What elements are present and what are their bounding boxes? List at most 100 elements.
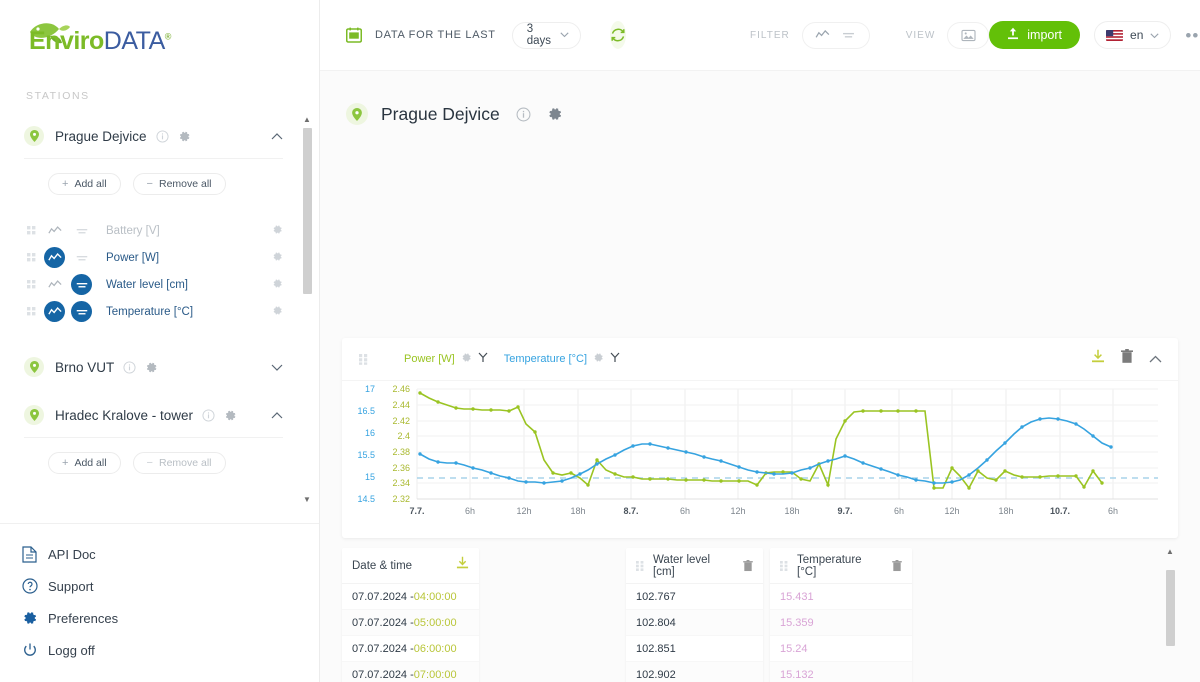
sidebar-scrollbar[interactable]: ▲ ▼ [301,116,313,504]
import-button[interactable]: import [989,21,1081,49]
station-header[interactable]: Brno VUT [24,347,297,387]
table-row[interactable]: 102.804 [626,610,763,636]
table-row[interactable]: 07.07.2024 - 05:00:00 [342,610,479,636]
sensor-row-water-level[interactable]: Water level [cm] [24,271,297,298]
sensor-row-battery[interactable]: Battery [V] [24,217,297,244]
view-layout-icon[interactable] [957,24,979,46]
sensor-gear-icon[interactable] [272,222,283,240]
delete-icon[interactable] [1121,349,1133,369]
gear-icon[interactable] [224,409,237,422]
drag-handle-icon[interactable] [780,560,788,571]
chevron-down-icon[interactable] [271,361,283,373]
drag-handle-icon[interactable] [24,307,38,316]
drag-handle-icon[interactable] [24,253,38,262]
plus-icon: + [62,457,69,469]
gear-icon[interactable] [593,350,604,368]
station-header[interactable]: Prague Dejvice [24,116,297,156]
scroll-up-arrow-icon[interactable]: ▲ [1166,548,1174,556]
info-icon[interactable] [156,129,169,143]
language-select[interactable]: en [1094,21,1172,49]
chart-toggle-icon[interactable] [44,247,65,268]
table-row[interactable]: 102.851 [626,636,763,662]
chart-toggle-icon[interactable] [44,301,65,322]
info-icon[interactable] [202,408,215,422]
table-row[interactable]: 15.431 [770,584,912,610]
y-axis-icon[interactable] [610,350,620,368]
table-row[interactable]: 07.07.2024 - 07:00:00 [342,662,479,682]
info-icon[interactable] [516,107,531,122]
chevron-up-icon[interactable] [271,409,283,421]
sensor-row-power[interactable]: Power [W] [24,244,297,271]
drag-handle-icon[interactable] [356,353,370,365]
more-options-button[interactable]: ••• [1185,27,1200,44]
stations-scroll-area[interactable]: Prague Dejvice + Add all − Remove all Ba… [0,116,319,504]
chevron-up-icon[interactable] [271,130,283,142]
time-range-select[interactable]: 3 days [511,21,581,49]
filter-table-icon[interactable] [838,24,860,46]
station-name: Hradec Kralove - tower [55,407,194,423]
remove-all-button[interactable]: − Remove all [132,452,226,474]
table-toggle-icon[interactable] [71,220,92,241]
delete-icon[interactable] [743,559,753,572]
station-header[interactable]: Hradec Kralove - tower [24,395,297,435]
footer-item-label: API Doc [48,546,96,562]
footer-item-preferences[interactable]: Preferences [22,602,319,634]
series-label: Power [W] [404,353,455,365]
cell-value: 102.767 [636,590,676,603]
table-row[interactable]: 07.07.2024 - 06:00:00 [342,636,479,662]
gear-icon[interactable] [178,130,191,143]
sensor-gear-icon[interactable] [272,303,283,321]
chart-toggle-icon[interactable] [44,220,65,241]
svg-text:16.5: 16.5 [357,406,375,416]
cell-date: 07.07.2024 - [352,668,414,681]
sensor-list: Battery [V] Power [W] Water level [cm] T… [24,201,297,325]
filter-chart-icon[interactable] [812,24,834,46]
scrollbar-thumb[interactable] [1165,570,1175,646]
gear-icon[interactable] [145,361,158,374]
table-toggle-icon[interactable] [71,247,92,268]
scroll-up-arrow-icon[interactable]: ▲ [303,116,311,124]
y-axis-icon[interactable] [478,350,488,368]
svg-text:2.4: 2.4 [397,431,410,441]
table-row[interactable]: 07.07.2024 - 04:00:00 [342,584,479,610]
table-row[interactable]: 15.359 [770,610,912,636]
series-chip-power[interactable]: Power [W] [404,350,488,368]
language-value: en [1130,28,1144,42]
footer-item-api-doc[interactable]: API Doc [22,538,319,570]
sensor-gear-icon[interactable] [272,276,283,294]
table-row[interactable]: 15.24 [770,636,912,662]
chart-plot[interactable]: 2.46 2.44 2.42 2.4 2.38 2.36 2.34 2.32 1… [342,381,1178,537]
drag-handle-icon[interactable] [636,560,644,571]
time-range-value: 3 days [526,23,551,47]
download-icon[interactable] [1091,349,1105,369]
sensor-row-temperature[interactable]: Temperature [°C] [24,298,297,325]
add-all-button[interactable]: + Add all [48,452,121,474]
minus-icon: − [146,457,153,469]
drag-handle-icon[interactable] [24,226,38,235]
scroll-down-arrow-icon[interactable]: ▼ [303,496,311,504]
info-icon[interactable] [123,360,136,374]
refresh-button[interactable] [610,21,626,49]
footer-item-support[interactable]: Support [22,570,319,602]
scrollbar-thumb[interactable] [302,128,312,294]
table-row[interactable]: 102.902 [626,662,763,682]
series-chip-temperature[interactable]: Temperature [°C] [504,350,620,368]
table-toggle-icon[interactable] [71,274,92,295]
download-icon[interactable] [456,556,469,575]
gear-icon[interactable] [547,106,563,122]
table-row[interactable]: 102.767 [626,584,763,610]
add-all-button[interactable]: + Add all [48,173,121,195]
table-row[interactable]: 15.132 [770,662,912,682]
svg-text:2.46: 2.46 [392,384,410,394]
brand-logo[interactable]: EnviroDATA® [0,0,319,74]
remove-all-button[interactable]: − Remove all [132,173,226,195]
table-scrollbar[interactable]: ▲ [1164,548,1176,682]
collapse-chevron-icon[interactable] [1149,350,1162,368]
drag-handle-icon[interactable] [24,280,38,289]
chart-toggle-icon[interactable] [44,274,65,295]
gear-icon[interactable] [461,350,472,368]
delete-icon[interactable] [892,559,902,572]
table-toggle-icon[interactable] [71,301,92,322]
sensor-gear-icon[interactable] [272,249,283,267]
footer-item-logoff[interactable]: Logg off [22,634,319,666]
